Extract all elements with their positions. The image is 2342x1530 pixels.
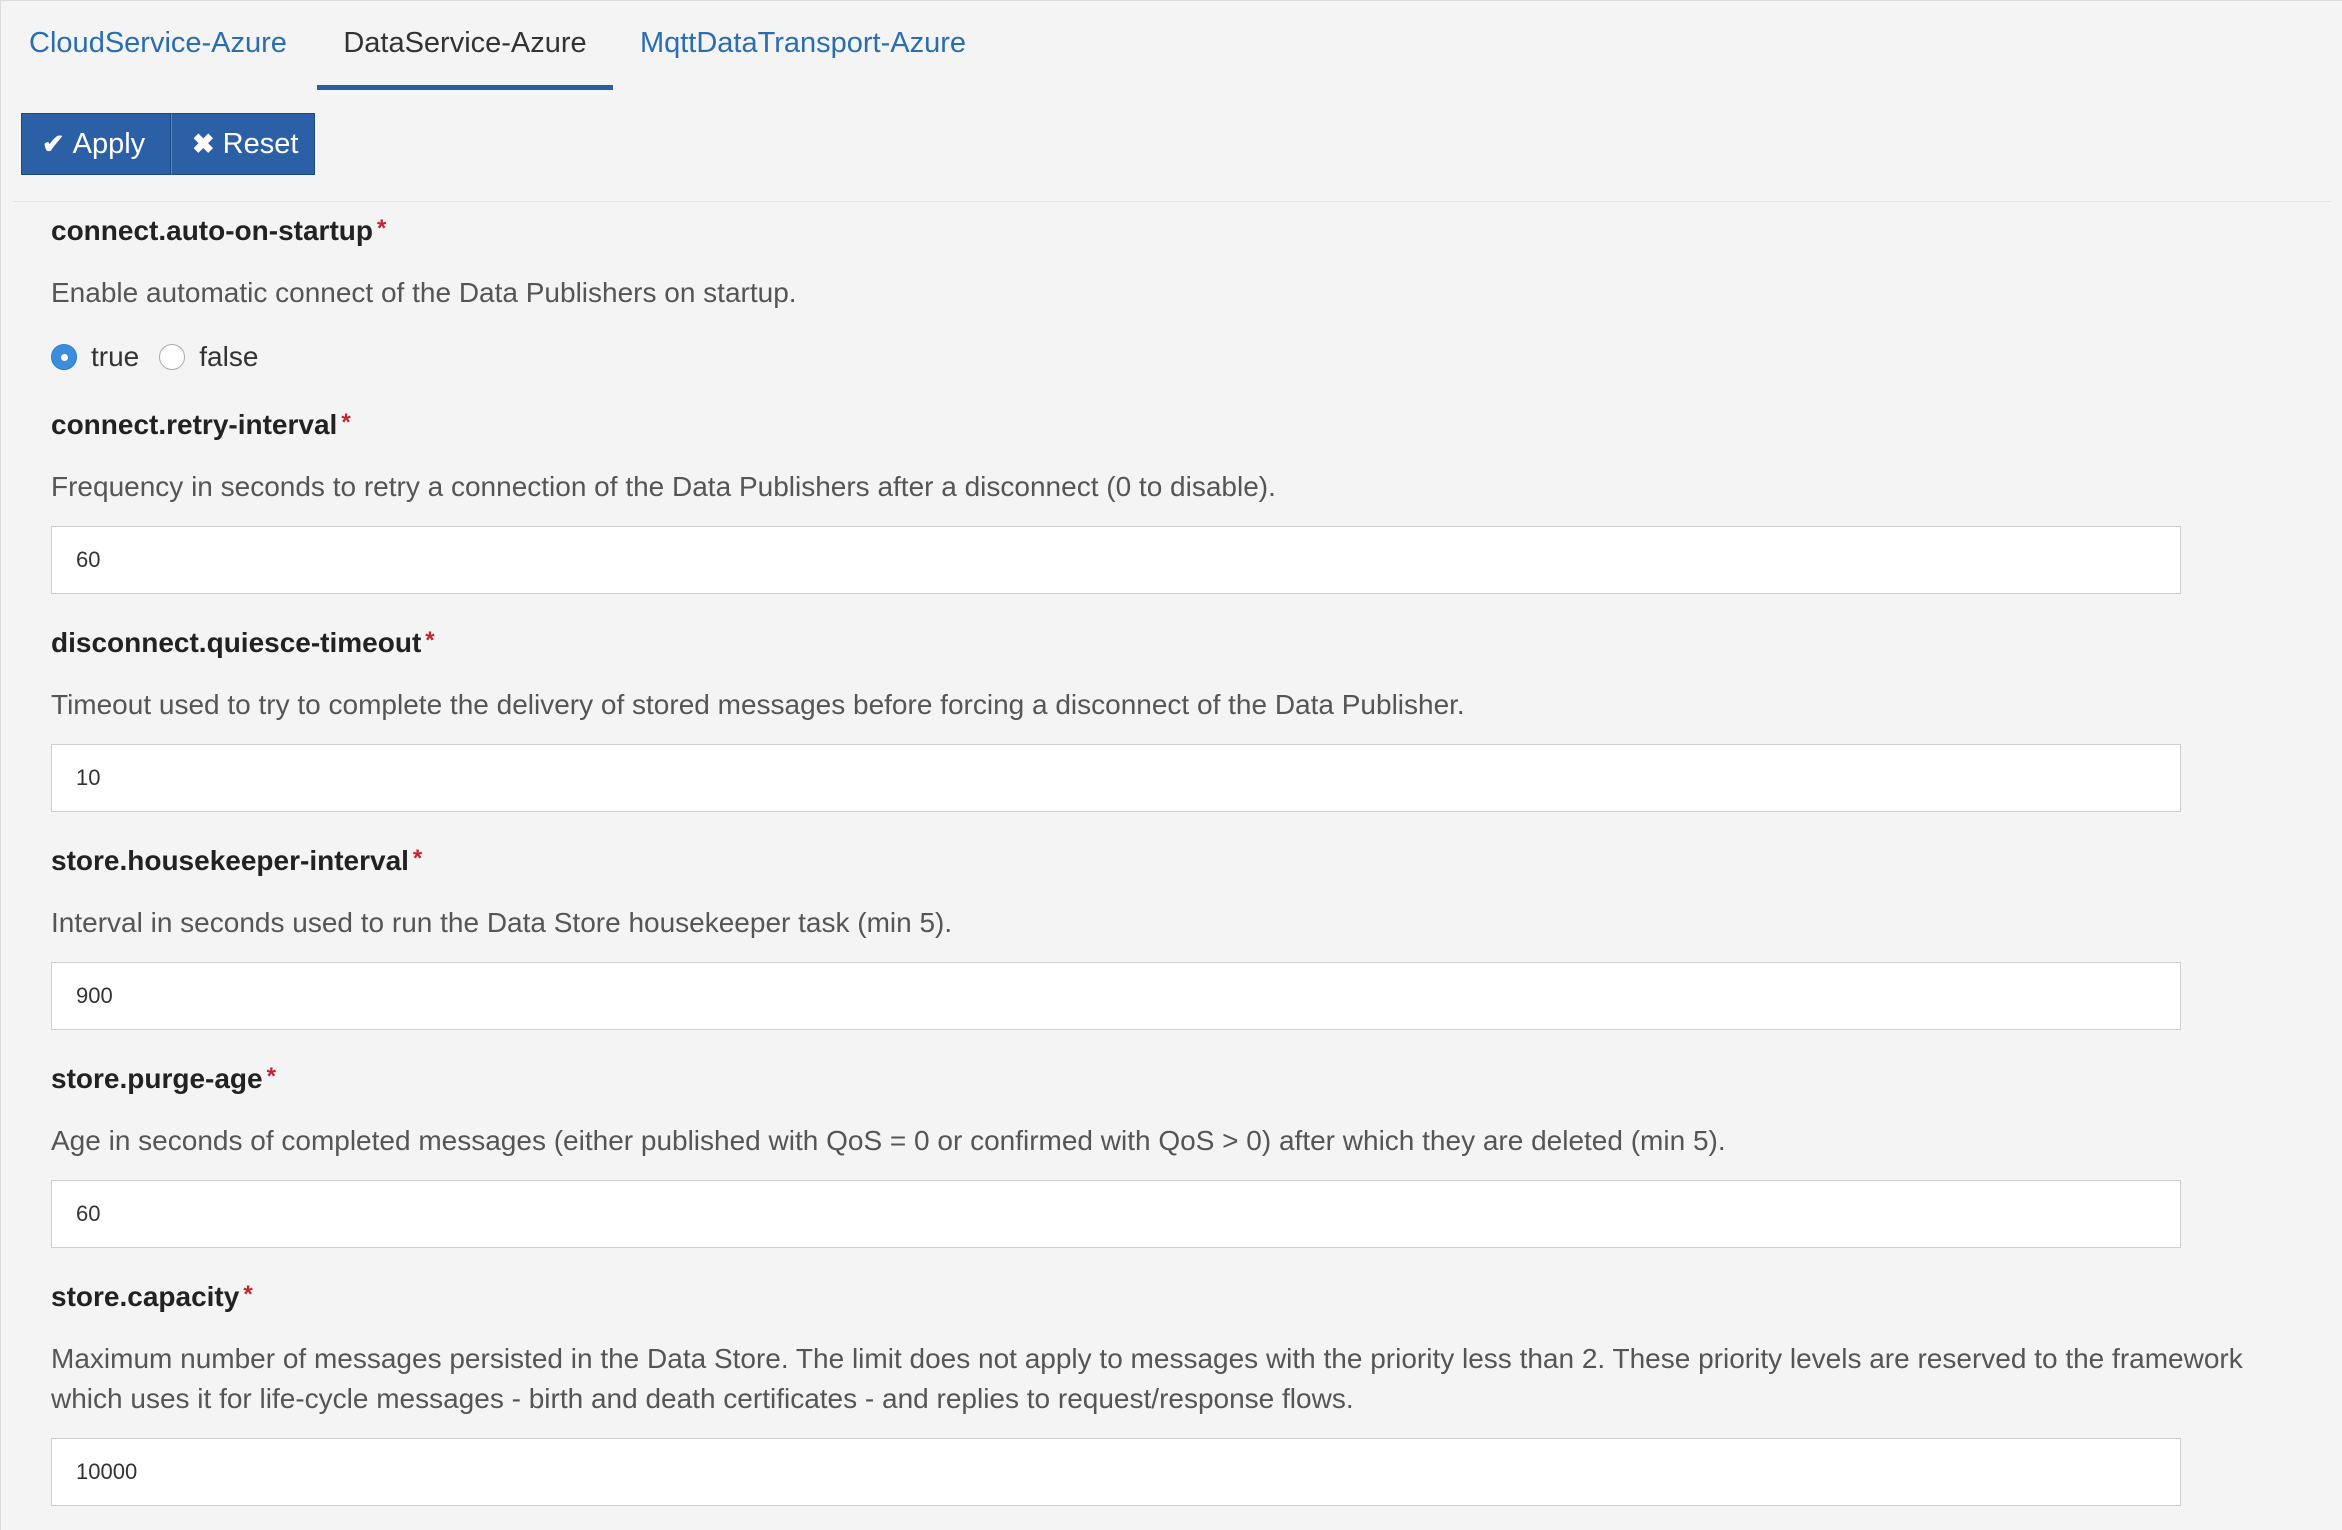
required-marker: * (341, 409, 351, 436)
field-name: store.capacity (51, 1281, 240, 1312)
field-description-disconnect-quiesce-timeout: Timeout used to try to complete the deli… (51, 689, 1465, 720)
store-purge-age-input[interactable] (51, 1180, 2181, 1248)
field-name: disconnect.quiesce-timeout (51, 627, 422, 658)
field-description-store-purge-age: Age in seconds of completed messages (ei… (51, 1125, 1726, 1156)
field-label-store-housekeeper-interval: store.housekeeper-interval * (51, 845, 422, 877)
required-marker: * (425, 627, 435, 654)
field-description-store-housekeeper-interval: Interval in seconds used to run the Data… (51, 907, 953, 938)
config-toolbar: ✔ Apply ✖ Reset (21, 113, 315, 177)
apply-button-label: Apply (72, 127, 146, 160)
check-icon: ✔ (42, 128, 65, 159)
field-description-connect-retry-interval: Frequency in seconds to retry a connecti… (51, 471, 1276, 502)
radio-option-false[interactable]: false (159, 341, 258, 373)
store-housekeeper-interval-input[interactable] (51, 962, 2181, 1030)
required-marker: * (412, 845, 423, 872)
field-label-store-capacity: store.capacity * (51, 1281, 253, 1313)
toolbar-divider (13, 201, 2331, 202)
radio-label-false: false (199, 341, 259, 372)
reset-button[interactable]: ✖ Reset (171, 113, 315, 175)
disconnect-quiesce-timeout-input[interactable] (51, 744, 2181, 812)
field-label-connect-retry-interval: connect.retry-interval * (51, 409, 351, 441)
field-name: store.purge-age (51, 1063, 263, 1094)
apply-button[interactable]: ✔ Apply (21, 113, 171, 175)
tab-dataservice-azure[interactable]: DataService-Azure (317, 1, 613, 90)
times-icon: ✖ (192, 128, 215, 159)
field-label-connect-auto-on-startup: connect.auto-on-startup * (51, 215, 386, 247)
service-tabs: CloudService-Azure DataService-Azure Mqt… (1, 1, 2342, 91)
reset-button-label: Reset (222, 127, 299, 160)
field-label-disconnect-quiesce-timeout: disconnect.quiesce-timeout * (51, 627, 435, 659)
field-description-store-capacity: Maximum number of messages persisted in … (51, 1343, 2243, 1414)
field-name: store.housekeeper-interval (51, 845, 409, 876)
tab-mqttdatatransport-azure[interactable]: MqttDataTransport-Azure (631, 1, 975, 87)
field-description-connect-auto-on-startup: Enable automatic connect of the Data Pub… (51, 277, 797, 308)
required-marker: * (243, 1281, 253, 1308)
tab-cloudservice-azure[interactable]: CloudService-Azure (17, 1, 299, 87)
radio-button-false[interactable] (159, 344, 186, 370)
required-marker: * (266, 1063, 276, 1090)
radio-option-true[interactable]: true (51, 341, 139, 373)
field-name: connect.retry-interval (51, 409, 338, 440)
store-capacity-input[interactable] (51, 1438, 2181, 1506)
required-marker: * (377, 215, 387, 242)
connect-retry-interval-input[interactable] (51, 526, 2181, 594)
radio-button-true[interactable] (51, 344, 77, 370)
connect-auto-on-startup-radio-group: true false (51, 339, 278, 375)
field-name: connect.auto-on-startup (51, 215, 373, 246)
field-label-store-purge-age: store.purge-age * (51, 1063, 276, 1095)
radio-label-true: true (91, 341, 140, 372)
